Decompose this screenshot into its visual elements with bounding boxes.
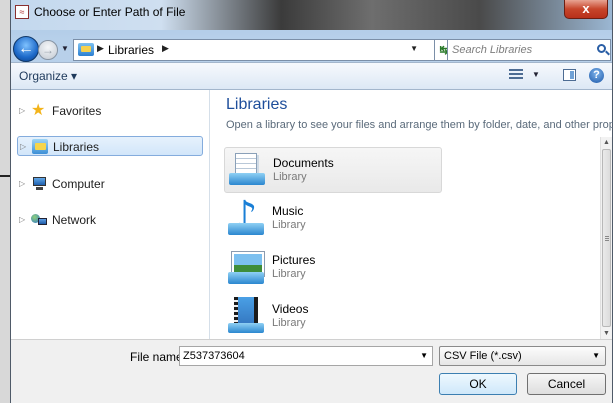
documents-icon xyxy=(229,151,265,189)
sidebar-item-network[interactable]: ▷ Network xyxy=(17,210,203,230)
organize-button[interactable]: Organize ▾ xyxy=(19,69,77,83)
library-name: Documents xyxy=(273,156,334,170)
sidebar-item-favorites[interactable]: ▷ ★ Favorites xyxy=(17,101,203,121)
background-window-edge xyxy=(0,0,10,403)
preview-pane-icon[interactable] xyxy=(563,69,576,81)
help-icon[interactable]: ? xyxy=(589,68,604,83)
library-item-videos[interactable]: Videos Library xyxy=(224,294,442,340)
chevron-right-icon[interactable]: ▶ xyxy=(97,43,104,54)
cancel-button[interactable]: Cancel xyxy=(527,373,606,395)
file-type-value: CSV File (*.csv) xyxy=(444,350,522,362)
search-input[interactable] xyxy=(452,42,582,58)
file-name-dropdown-icon[interactable]: ▼ xyxy=(420,351,428,360)
expand-arrow-icon[interactable]: ▷ xyxy=(19,215,25,224)
forward-button[interactable]: → xyxy=(38,40,58,60)
library-type: Library xyxy=(272,317,306,329)
file-list-pane: Libraries Open a library to see your fil… xyxy=(210,90,613,340)
command-toolbar: Organize ▾ ▼ ? xyxy=(11,62,612,90)
sidebar-item-libraries[interactable]: ▷ Libraries xyxy=(17,136,203,156)
expand-arrow-icon[interactable]: ▷ xyxy=(19,179,25,188)
navigation-pane: ▷ ★ Favorites ▷ Libraries ▷ Computer ▷ N… xyxy=(11,90,210,339)
content-area: ▷ ★ Favorites ▷ Libraries ▷ Computer ▷ N… xyxy=(11,90,613,340)
background-arrow xyxy=(0,175,10,177)
vertical-scrollbar[interactable]: ▲ ▼ xyxy=(600,137,612,339)
pictures-icon xyxy=(228,248,264,286)
sidebar-item-label: Favorites xyxy=(52,104,102,118)
scrollbar-thumb[interactable] xyxy=(602,149,611,327)
page-subtitle: Open a library to see your files and arr… xyxy=(226,119,613,131)
library-item-music[interactable]: Music Library xyxy=(224,193,442,242)
address-dropdown-icon[interactable]: ▼ xyxy=(410,44,418,53)
page-title: Libraries xyxy=(226,96,288,113)
expand-arrow-icon[interactable]: ▷ xyxy=(20,142,26,151)
breadcrumb-libraries[interactable]: Libraries xyxy=(108,43,154,57)
sidebar-item-label: Network xyxy=(52,213,97,227)
chevron-right-icon[interactable]: ▶ xyxy=(162,43,169,54)
navigation-bar: ← → ▼ ▶ Libraries ▶ ▼ ↹ xyxy=(11,30,612,62)
sidebar-item-label: Computer xyxy=(52,177,105,191)
library-name: Music xyxy=(272,204,304,218)
computer-icon xyxy=(31,176,47,191)
back-button[interactable]: ← xyxy=(13,36,39,62)
library-type: Library xyxy=(273,171,307,183)
network-icon xyxy=(31,212,47,227)
library-item-documents[interactable]: Documents Library xyxy=(224,147,442,193)
search-box[interactable] xyxy=(447,39,611,61)
sidebar-item-computer[interactable]: ▷ Computer xyxy=(17,174,203,194)
videos-icon xyxy=(228,297,264,335)
library-name: Pictures xyxy=(272,253,316,267)
library-item-pictures[interactable]: Pictures Library xyxy=(224,245,442,291)
grip-icon xyxy=(605,236,609,237)
expand-arrow-icon[interactable]: ▷ xyxy=(19,106,25,115)
scroll-up-icon[interactable]: ▲ xyxy=(603,139,610,146)
file-type-select[interactable]: CSV File (*.csv) ▼ xyxy=(439,346,606,366)
library-type: Library xyxy=(272,268,306,280)
app-icon: ≈ xyxy=(15,5,29,19)
close-button[interactable]: x xyxy=(564,0,608,19)
window-title: Choose or Enter Path of File xyxy=(34,5,186,19)
libraries-icon xyxy=(32,139,48,154)
file-name-input[interactable] xyxy=(183,349,403,363)
file-name-label: File name: xyxy=(130,350,187,364)
search-icon[interactable] xyxy=(597,44,606,53)
library-name: Videos xyxy=(272,302,309,316)
sidebar-item-label: Libraries xyxy=(53,140,100,154)
libraries-icon xyxy=(78,43,94,56)
dialog-footer: File name: ▼ CSV File (*.csv) ▼ OK Cance… xyxy=(11,339,612,403)
recent-locations-dropdown[interactable]: ▼ xyxy=(61,44,69,53)
file-type-dropdown-icon[interactable]: ▼ xyxy=(592,351,600,360)
ok-button[interactable]: OK xyxy=(439,373,517,395)
music-icon xyxy=(228,193,264,239)
change-view-icon[interactable] xyxy=(509,69,523,81)
scroll-down-icon[interactable]: ▼ xyxy=(603,330,610,337)
star-icon: ★ xyxy=(31,102,46,119)
title-bar: ≈ Choose or Enter Path of File x xyxy=(11,0,612,30)
file-name-combobox[interactable]: ▼ xyxy=(179,346,433,366)
file-dialog: ≈ Choose or Enter Path of File x ← → ▼ ▶… xyxy=(10,0,613,403)
library-type: Library xyxy=(272,219,306,231)
address-bar[interactable]: ▶ Libraries ▶ ▼ xyxy=(73,39,435,61)
view-options-dropdown[interactable]: ▼ xyxy=(532,70,540,79)
